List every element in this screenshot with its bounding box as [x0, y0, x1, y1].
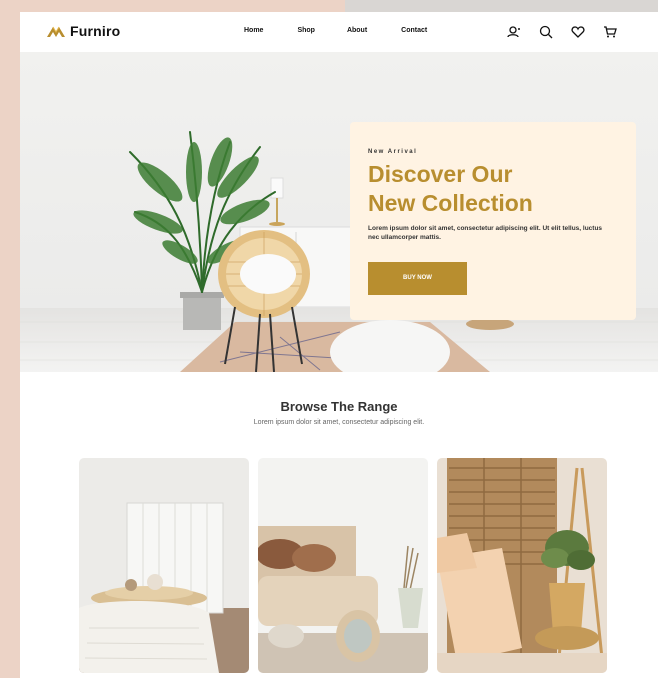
promo-title: Discover Our New Collection [368, 160, 618, 218]
range-title: Browse The Range [280, 399, 398, 414]
nav-about[interactable]: About [347, 27, 367, 34]
range-subtitle: Lorem ipsum dolor sit amet, consectetur … [253, 419, 425, 426]
promo-description: Lorem ipsum dolor sit amet, consectetur … [368, 225, 603, 241]
logo[interactable]: Furniro [46, 23, 120, 39]
landing-page: Furniro Home Shop About Contact New Arri… [20, 12, 658, 678]
nav-home[interactable]: Home [244, 27, 263, 34]
user-icon[interactable] [506, 24, 522, 40]
nav-contact[interactable]: Contact [401, 27, 427, 34]
promo-title-line2: New Collection [368, 190, 533, 216]
brand-name: Furniro [70, 23, 121, 39]
promo-title-line1: Discover Our [368, 161, 513, 187]
category-card-3[interactable] [437, 458, 607, 673]
category-image-3 [437, 458, 607, 673]
header: Furniro Home Shop About Contact [20, 12, 658, 52]
promo-card: New Arrival Discover Our New Collection … [350, 122, 636, 320]
promo-kicker: New Arrival [368, 149, 418, 155]
background-strip [345, 0, 658, 12]
category-image-1 [79, 458, 249, 673]
nav-shop[interactable]: Shop [297, 27, 315, 34]
cart-icon[interactable] [602, 24, 618, 40]
heart-icon[interactable] [570, 24, 586, 40]
main-nav: Home Shop About Contact [244, 27, 427, 34]
buy-now-button[interactable]: BUY NOW [368, 262, 467, 295]
header-icons [506, 24, 618, 40]
category-card-1[interactable] [79, 458, 249, 673]
search-icon[interactable] [538, 24, 554, 40]
logo-icon [47, 26, 65, 37]
category-image-2 [258, 458, 428, 673]
hero-section: New Arrival Discover Our New Collection … [20, 52, 658, 372]
category-card-2[interactable] [258, 458, 428, 673]
